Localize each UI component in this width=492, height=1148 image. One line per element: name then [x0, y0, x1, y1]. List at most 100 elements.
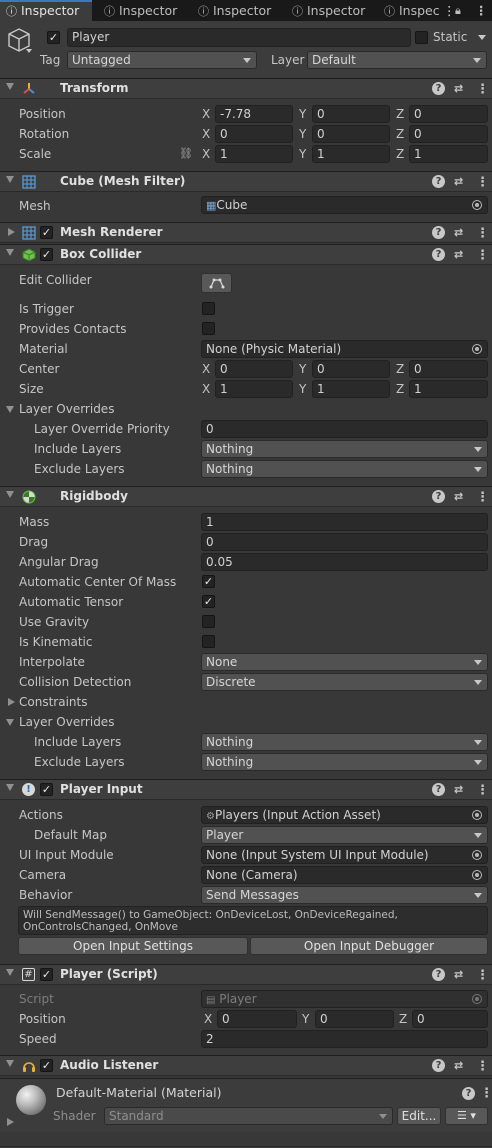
size-x-field[interactable]: 1 — [215, 380, 293, 398]
behavior-dropdown[interactable]: Send Messages — [201, 886, 488, 904]
is-trigger-checkbox[interactable] — [202, 302, 215, 315]
object-picker-icon[interactable] — [472, 850, 482, 860]
layer-overrides-label[interactable]: Layer Overrides — [19, 402, 114, 416]
foldout-arrow-icon[interactable] — [6, 1060, 14, 1067]
center-x-field[interactable]: 0 — [215, 360, 293, 378]
static-checkbox[interactable] — [415, 31, 428, 44]
presets-icon[interactable]: ⇄ — [454, 82, 463, 95]
position-z-field[interactable]: 0 — [409, 105, 488, 123]
layer-dropdown[interactable]: Default — [307, 51, 487, 69]
foldout-arrow-icon[interactable] — [6, 176, 14, 183]
shader-dropdown[interactable]: Standard — [104, 1107, 393, 1125]
actions-field[interactable]: ⚙︎Players (Input Action Asset) — [201, 806, 488, 824]
audio-listener-enabled-checkbox[interactable]: ✓ — [40, 1059, 53, 1072]
player-script-header[interactable]: # ✓ Player (Script) ? ⇄ ⋮ — [0, 964, 492, 985]
help-icon[interactable]: ? — [432, 248, 445, 261]
more-tabs-icon[interactable]: ⋮ — [443, 0, 453, 21]
scale-z-field[interactable]: 1 — [409, 145, 488, 163]
default-map-dropdown[interactable]: Player — [201, 826, 488, 844]
box-collider-header[interactable]: ✓ Box Collider ? ⇄ ⋮ — [0, 244, 492, 265]
mesh-field[interactable]: ▦Cube — [201, 196, 488, 214]
scale-x-field[interactable]: 1 — [215, 145, 293, 163]
presets-icon[interactable]: ⇄ — [454, 783, 463, 796]
object-icon-dropdown-arrow[interactable] — [26, 49, 32, 53]
include-layers-dropdown[interactable]: Nothing — [201, 440, 488, 458]
help-icon[interactable]: ? — [432, 226, 445, 239]
constraints-foldout-icon[interactable] — [8, 698, 15, 706]
include-layers-dropdown[interactable]: Nothing — [201, 733, 488, 751]
scale-y-field[interactable]: 1 — [312, 145, 390, 163]
context-menu-icon[interactable]: ⋮ — [476, 968, 489, 983]
exclude-layers-dropdown[interactable]: Nothing — [201, 753, 488, 771]
shader-options-button[interactable]: ☰ ▾ — [445, 1107, 488, 1125]
auto-center-of-mass-checkbox[interactable]: ✓ — [202, 575, 215, 588]
edit-collider-button[interactable] — [201, 273, 232, 293]
script-position-y-field[interactable]: 0 — [315, 1010, 394, 1028]
context-menu-icon[interactable]: ⋮ — [476, 783, 489, 798]
constraints-label[interactable]: Constraints — [19, 695, 87, 709]
foldout-arrow-icon[interactable] — [6, 969, 14, 976]
size-y-field[interactable]: 1 — [312, 380, 390, 398]
script-position-x-field[interactable]: 0 — [217, 1010, 297, 1028]
mesh-renderer-enabled-checkbox[interactable]: ✓ — [40, 226, 53, 239]
tab-inspector-1[interactable]: ⓘ Inspector — [0, 0, 92, 21]
mesh-filter-header[interactable]: Cube (Mesh Filter) ? ⇄ ⋮ — [0, 171, 492, 192]
box-collider-enabled-checkbox[interactable]: ✓ — [40, 248, 53, 261]
audio-listener-header[interactable]: ✓ Audio Listener ? ⇄ ⋮ — [0, 1055, 492, 1076]
help-icon[interactable]: ? — [432, 968, 445, 981]
context-menu-icon[interactable]: ⋮ — [476, 1059, 489, 1074]
layer-overrides-label[interactable]: Layer Overrides — [19, 715, 114, 729]
center-z-field[interactable]: 0 — [409, 360, 488, 378]
position-x-field[interactable]: -7.78 — [215, 105, 293, 123]
object-picker-icon[interactable] — [472, 870, 482, 880]
rotation-z-field[interactable]: 0 — [409, 125, 488, 143]
presets-icon[interactable]: ⇄ — [454, 968, 463, 981]
help-icon[interactable]: ? — [432, 175, 445, 188]
camera-field[interactable]: None (Camera) — [201, 866, 488, 884]
object-picker-icon[interactable] — [472, 344, 482, 354]
foldout-arrow-icon[interactable] — [6, 491, 14, 498]
layer-overrides-foldout-icon[interactable] — [6, 719, 14, 726]
interpolate-dropdown[interactable]: None — [201, 653, 488, 671]
rotation-y-field[interactable]: 0 — [312, 125, 390, 143]
context-menu-icon[interactable]: ⋮ — [476, 82, 489, 97]
object-picker-icon[interactable] — [472, 200, 482, 210]
drag-field[interactable]: 0 — [201, 533, 488, 551]
context-menu-icon[interactable]: ⋮ — [480, 1086, 492, 1101]
presets-icon[interactable]: ⇄ — [454, 1059, 463, 1072]
presets-icon[interactable]: ⇄ — [454, 175, 463, 188]
open-input-settings-button[interactable]: Open Input Settings — [18, 937, 248, 955]
position-y-field[interactable]: 0 — [312, 105, 390, 123]
tab-inspector-4[interactable]: ⓘ Inspector — [290, 0, 380, 21]
collision-detection-dropdown[interactable]: Discrete — [201, 673, 488, 691]
angular-drag-field[interactable]: 0.05 — [201, 553, 488, 571]
presets-icon[interactable]: ⇄ — [454, 226, 463, 239]
foldout-arrow-icon[interactable] — [6, 249, 14, 256]
speed-field[interactable]: 2 — [201, 1030, 488, 1048]
material-field[interactable]: None (Physic Material) — [201, 340, 488, 358]
center-y-field[interactable]: 0 — [312, 360, 390, 378]
player-input-header[interactable]: ! ✓ Player Input ? ⇄ ⋮ — [0, 779, 492, 800]
player-input-enabled-checkbox[interactable]: ✓ — [40, 783, 53, 796]
context-menu-icon[interactable]: ⋮ — [476, 175, 489, 190]
help-icon[interactable]: ? — [432, 82, 445, 95]
layer-overrides-foldout-icon[interactable] — [6, 406, 14, 413]
context-menu-icon[interactable]: ⋮ — [476, 226, 489, 241]
transform-header[interactable]: Transform ? ⇄ ⋮ — [0, 78, 492, 99]
material-foldout-icon[interactable] — [7, 1118, 14, 1126]
help-icon[interactable]: ? — [432, 490, 445, 503]
menu-icon[interactable]: ⋮ — [475, 0, 487, 21]
tab-inspector-2[interactable]: ⓘ Inspector — [98, 0, 190, 21]
is-kinematic-checkbox[interactable] — [202, 635, 215, 648]
foldout-arrow-icon[interactable] — [8, 228, 15, 236]
context-menu-icon[interactable]: ⋮ — [476, 248, 489, 263]
auto-tensor-checkbox[interactable]: ✓ — [202, 595, 215, 608]
tag-dropdown[interactable]: Untagged — [67, 51, 257, 69]
material-preview-sphere[interactable] — [16, 1085, 46, 1115]
use-gravity-checkbox[interactable] — [202, 615, 215, 628]
active-checkbox[interactable]: ✓ — [47, 31, 60, 44]
tab-inspector-3[interactable]: ⓘ Inspector — [196, 0, 288, 21]
help-icon[interactable]: ? — [432, 1059, 445, 1072]
size-z-field[interactable]: 1 — [409, 380, 488, 398]
shader-edit-button[interactable]: Edit... — [397, 1107, 441, 1125]
